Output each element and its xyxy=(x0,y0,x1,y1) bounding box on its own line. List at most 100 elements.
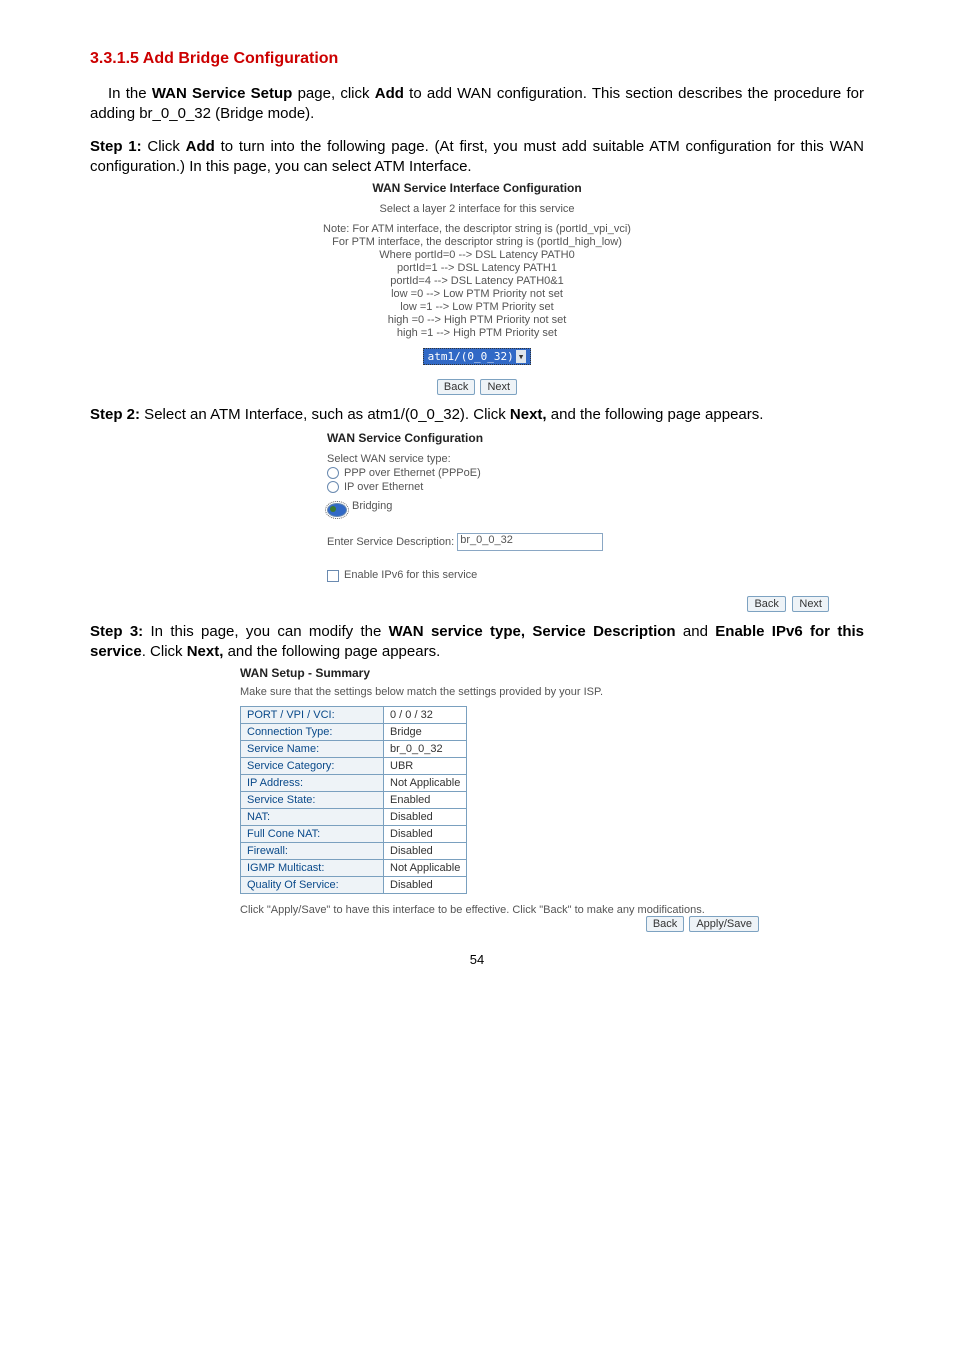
table-row: Full Cone NAT:Disabled xyxy=(241,826,467,843)
interface-select[interactable]: atm1/(0_0_32)▾ xyxy=(267,340,687,365)
shot1-line: low =1 --> Low PTM Priority set xyxy=(267,301,687,313)
shot1-line: high =0 --> High PTM Priority not set xyxy=(267,314,687,326)
summary-table: PORT / VPI / VCI:0 / 0 / 32 Connection T… xyxy=(240,706,467,894)
table-key: Full Cone NAT: xyxy=(241,826,384,843)
service-desc-label: Enter Service Description: xyxy=(327,536,454,548)
shot2-title: WAN Service Configuration xyxy=(327,431,747,445)
step3-text: Step 3: In this page, you can modify the… xyxy=(90,622,864,663)
apply-save-button[interactable]: Apply/Save xyxy=(689,916,759,932)
radio-pppoe[interactable] xyxy=(327,467,339,479)
step2-label: Step 2: xyxy=(90,406,140,423)
text: and xyxy=(676,623,716,640)
table-row: Quality Of Service:Disabled xyxy=(241,877,467,894)
service-desc-input[interactable]: br_0_0_32 xyxy=(457,533,603,551)
shot3-title: WAN Setup - Summary xyxy=(240,666,760,680)
table-key: Connection Type: xyxy=(241,724,384,741)
table-row: Connection Type:Bridge xyxy=(241,724,467,741)
table-row: PORT / VPI / VCI:0 / 0 / 32 xyxy=(241,707,467,724)
radio-bridging[interactable] xyxy=(327,503,347,517)
shot1-line: Note: For ATM interface, the descriptor … xyxy=(267,223,687,235)
shot1-line: portId=1 --> DSL Latency PATH1 xyxy=(267,262,687,274)
text: . Click xyxy=(142,643,187,660)
radio-label: PPP over Ethernet (PPPoE) xyxy=(344,467,481,479)
step2-text: Step 2: Select an ATM Interface, such as… xyxy=(90,405,864,425)
shot1-title: WAN Service Interface Configuration xyxy=(267,181,687,195)
next-button[interactable]: Next xyxy=(792,596,829,612)
step1-text: Step 1: Click Add to turn into the follo… xyxy=(90,137,864,178)
shot1-line: Select a layer 2 interface for this serv… xyxy=(267,203,687,215)
radio-row: IP over Ethernet xyxy=(327,481,747,493)
intro-paragraph: In the WAN Service Setup page, click Add… xyxy=(90,84,864,125)
back-button[interactable]: Back xyxy=(747,596,785,612)
text: Select an ATM Interface, such as atm1/(0… xyxy=(140,406,510,423)
table-value: br_0_0_32 xyxy=(384,741,467,758)
radio-label: IP over Ethernet xyxy=(344,481,423,493)
text: In the xyxy=(108,85,152,102)
radio-label: Bridging xyxy=(352,500,392,512)
shot3-note-row: Click "Apply/Save" to have this interfac… xyxy=(240,904,760,916)
table-key: IGMP Multicast: xyxy=(241,860,384,877)
ipv6-label: Enable IPv6 for this service xyxy=(344,569,477,581)
button-row: Back Next xyxy=(267,379,687,395)
shot2-label: Select WAN service type: xyxy=(327,453,747,465)
screenshot-3: WAN Setup - Summary Make sure that the s… xyxy=(240,666,760,932)
table-key: NAT: xyxy=(241,809,384,826)
page-number: 54 xyxy=(90,952,864,967)
table-value: Not Applicable xyxy=(384,860,467,877)
table-value: Disabled xyxy=(384,877,467,894)
ipv6-checkbox[interactable] xyxy=(327,570,339,582)
shot1-line: Where portId=0 --> DSL Latency PATH0 xyxy=(267,249,687,261)
text-bold: WAN service type, Service Description xyxy=(389,623,676,640)
table-row: Firewall:Disabled xyxy=(241,843,467,860)
table-row: IP Address:Not Applicable xyxy=(241,775,467,792)
table-value: Enabled xyxy=(384,792,467,809)
table-value: Disabled xyxy=(384,826,467,843)
table-row: IGMP Multicast:Not Applicable xyxy=(241,860,467,877)
screenshot-2: WAN Service Configuration Select WAN ser… xyxy=(207,431,747,581)
table-row: Service Category:UBR xyxy=(241,758,467,775)
ipv6-row: Enable IPv6 for this service xyxy=(327,569,747,581)
shot1-line: low =0 --> Low PTM Priority not set xyxy=(267,288,687,300)
radio-row: PPP over Ethernet (PPPoE) xyxy=(327,467,747,479)
table-value: Bridge xyxy=(384,724,467,741)
text-bold: Next, xyxy=(187,643,224,660)
table-key: PORT / VPI / VCI: xyxy=(241,707,384,724)
radio-ipoe[interactable] xyxy=(327,481,339,493)
table-row: NAT:Disabled xyxy=(241,809,467,826)
table-key: Service Category: xyxy=(241,758,384,775)
text: atm1/(0_0_32) xyxy=(428,350,514,363)
table-value: UBR xyxy=(384,758,467,775)
text: page, click xyxy=(292,85,374,102)
back-button[interactable]: Back xyxy=(437,379,475,395)
next-button[interactable]: Next xyxy=(480,379,517,395)
table-key: Quality Of Service: xyxy=(241,877,384,894)
table-row: Service State:Enabled xyxy=(241,792,467,809)
bottom-buttons: Back Apply/Save xyxy=(645,916,760,932)
table-key: Service Name: xyxy=(241,741,384,758)
table-value: Disabled xyxy=(384,809,467,826)
text-bold: WAN Service Setup xyxy=(152,85,293,102)
radio-row: Bridging xyxy=(327,495,747,517)
back-button[interactable]: Back xyxy=(646,916,684,932)
text-bold: Add xyxy=(186,138,215,155)
step1-label: Step 1: xyxy=(90,138,142,155)
text-bold: Add xyxy=(375,85,404,102)
text: and the following page appears. xyxy=(223,643,440,660)
step3-label: Step 3: xyxy=(90,623,143,640)
select-value: atm1/(0_0_32)▾ xyxy=(423,348,532,365)
screenshot-1: WAN Service Interface Configuration Sele… xyxy=(267,181,687,395)
table-key: Firewall: xyxy=(241,843,384,860)
shot1-line: portId=4 --> DSL Latency PATH0&1 xyxy=(267,275,687,287)
table-value: Disabled xyxy=(384,843,467,860)
table-key: IP Address: xyxy=(241,775,384,792)
shot1-line: For PTM interface, the descriptor string… xyxy=(267,236,687,248)
text-bold: Next, xyxy=(510,406,547,423)
text: Click xyxy=(142,138,186,155)
table-row: Service Name:br_0_0_32 xyxy=(241,741,467,758)
section-heading: 3.3.1.5 Add Bridge Configuration xyxy=(90,50,864,68)
shot1-line: high =1 --> High PTM Priority set xyxy=(267,327,687,339)
table-value: Not Applicable xyxy=(384,775,467,792)
shot3-note: Click "Apply/Save" to have this interfac… xyxy=(240,904,705,916)
shot3-subtitle: Make sure that the settings below match … xyxy=(240,686,760,698)
service-desc-row: Enter Service Description: br_0_0_32 xyxy=(327,533,747,551)
